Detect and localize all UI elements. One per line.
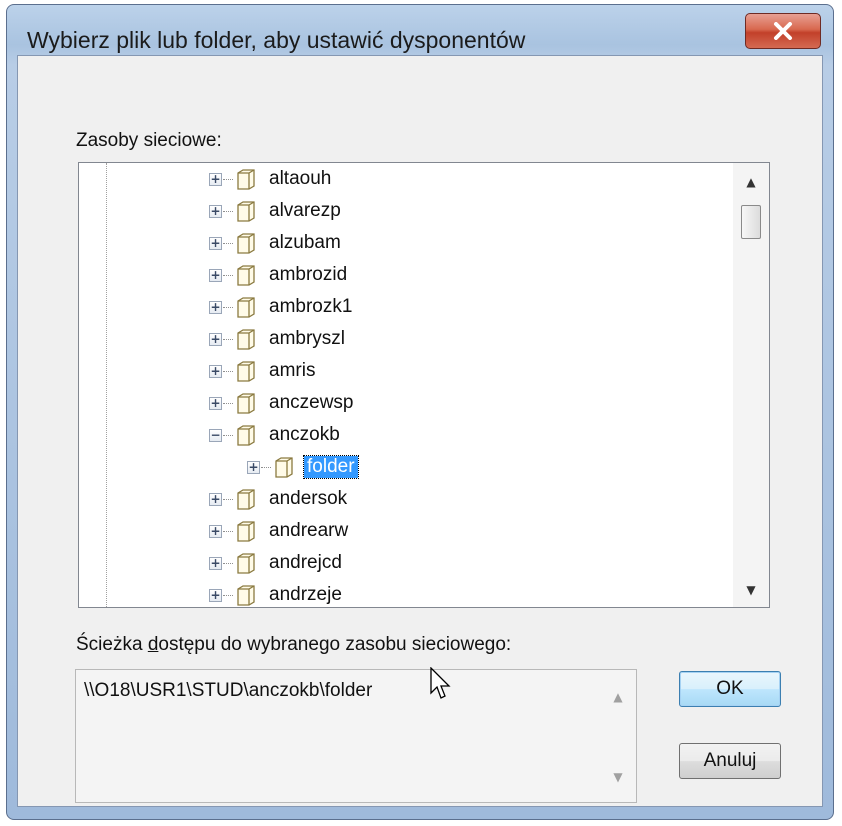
folder-icon [237, 265, 255, 286]
tree-item-label: ambryszl [269, 328, 346, 349]
expand-icon[interactable]: + [209, 492, 222, 506]
expand-icon[interactable]: + [209, 268, 222, 282]
tree-item-label: andrearw [269, 520, 349, 541]
tree-label: Zasoby sieciowe: [76, 130, 222, 151]
scroll-down-icon[interactable]: ▼ [600, 762, 636, 792]
tree-item-label: anczokb [269, 424, 340, 445]
tree-item-label: andrejcd [269, 552, 342, 573]
tree-item[interactable]: + andersok [209, 483, 350, 515]
tree-item[interactable]: + altaouh [209, 163, 334, 195]
tree-item[interactable]: + andrejcd [209, 547, 345, 579]
folder-icon [275, 457, 293, 478]
close-button[interactable] [745, 13, 821, 49]
expand-icon[interactable]: + [209, 204, 222, 218]
expand-icon[interactable]: + [209, 524, 222, 538]
tree-item-label: ambrozk1 [269, 296, 353, 317]
network-resources-tree[interactable]: + altaouh + alvarezp + alzubam + ambrozi… [78, 162, 770, 608]
close-icon [774, 22, 792, 40]
tree-item-label: ambrozid [269, 264, 348, 285]
tree-item[interactable]: + alzubam [209, 227, 344, 259]
tree-item[interactable]: + ambrozid [209, 259, 350, 291]
scroll-up-icon[interactable]: ▲ [600, 682, 636, 712]
collapse-icon[interactable]: − [209, 428, 222, 442]
tree-item-label: anczewsp [269, 392, 354, 413]
scroll-thumb[interactable] [741, 205, 761, 239]
folder-icon [237, 489, 255, 510]
tree-item-label: amris [269, 360, 316, 381]
tree-item[interactable]: + amris [209, 355, 318, 387]
tree-item-label: altaouh [269, 168, 332, 189]
folder-icon [237, 233, 255, 254]
scroll-down-icon[interactable]: ▼ [733, 575, 769, 605]
window-title: Wybierz plik lub folder, aby ustawić dys… [27, 27, 526, 53]
scroll-up-icon[interactable]: ▲ [733, 167, 769, 197]
expand-icon[interactable]: + [247, 460, 260, 474]
path-scrollbar[interactable]: ▲ ▼ [600, 670, 636, 802]
expand-icon[interactable]: + [209, 236, 222, 250]
path-field[interactable]: \\O18\USR1\STUD\anczokb\folder ▲ ▼ [75, 669, 637, 803]
tree-item-label: folder [303, 455, 359, 479]
expand-icon[interactable]: + [209, 332, 222, 346]
ok-button[interactable]: OK [679, 671, 781, 707]
folder-icon [237, 585, 255, 606]
tree-item[interactable]: + andrzeje [209, 579, 345, 607]
expand-icon[interactable]: + [209, 172, 222, 186]
path-label: Ścieżka dostępu do wybranego zasobu siec… [76, 634, 512, 655]
mouse-cursor-icon [430, 667, 451, 699]
expand-icon[interactable]: + [209, 396, 222, 410]
tree-guide-line [106, 163, 107, 607]
tree-scrollbar[interactable]: ▲ ▼ [733, 163, 769, 607]
path-value: \\O18\USR1\STUD\anczokb\folder [84, 680, 373, 701]
cancel-button[interactable]: Anuluj [679, 743, 781, 779]
expand-icon[interactable]: + [209, 556, 222, 570]
folder-icon [237, 521, 255, 542]
folder-icon [237, 425, 255, 446]
tree-item-selected[interactable]: + folder [247, 451, 359, 483]
folder-icon [237, 201, 255, 222]
tree-item[interactable]: + ambrozk1 [209, 291, 355, 323]
tree-item[interactable]: + alvarezp [209, 195, 344, 227]
expand-icon[interactable]: + [209, 300, 222, 314]
tree-item[interactable]: − anczokb [209, 419, 343, 451]
folder-icon [237, 297, 255, 318]
tree-item[interactable]: + andrearw [209, 515, 351, 547]
expand-icon[interactable]: + [209, 364, 222, 378]
tree-item-label: alvarezp [269, 200, 341, 221]
tree-item[interactable]: + anczewsp [209, 387, 357, 419]
tree-item-label: andrzeje [269, 584, 342, 605]
tree-item-label: andersok [269, 488, 348, 509]
folder-icon [237, 393, 255, 414]
folder-icon [237, 169, 255, 190]
folder-icon [237, 329, 255, 350]
tree-item-label: alzubam [269, 232, 341, 253]
expand-icon[interactable]: + [209, 588, 222, 602]
folder-icon [237, 361, 255, 382]
folder-icon [237, 553, 255, 574]
tree-item[interactable]: + ambryszl [209, 323, 348, 355]
dialog-window: Wybierz plik lub folder, aby ustawić dys… [6, 4, 834, 820]
